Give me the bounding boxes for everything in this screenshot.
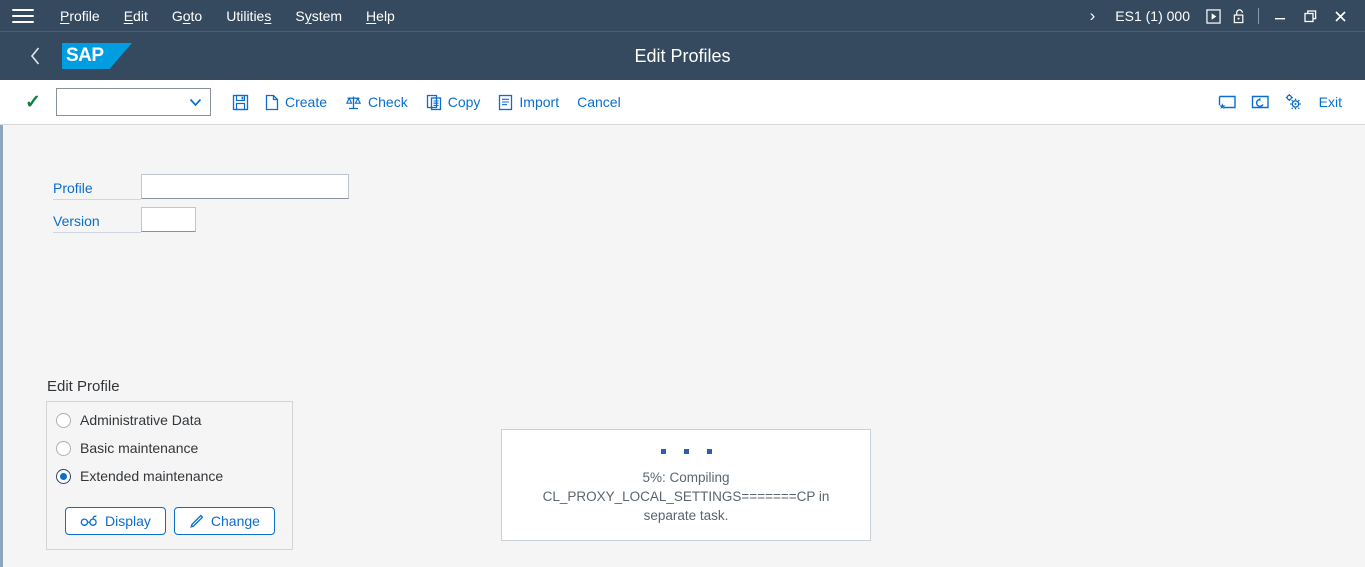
import-button-label: Import — [519, 94, 560, 110]
import-button[interactable]: Import — [489, 90, 568, 115]
radio-button-selected-icon — [56, 468, 71, 484]
version-label: Version — [53, 213, 141, 233]
minimize-window-button[interactable] — [1265, 1, 1295, 31]
glasses-icon — [80, 515, 98, 527]
balance-scales-icon — [345, 94, 362, 111]
menu-item-help[interactable]: Help — [354, 0, 407, 32]
customize-gears-icon — [1284, 93, 1303, 111]
hamburger-menu-icon[interactable] — [12, 8, 34, 24]
change-button-label: Change — [210, 513, 260, 529]
toolbar-divider — [1258, 8, 1259, 24]
exit-button-label: Exit — [1318, 94, 1342, 110]
loading-dots-icon — [660, 449, 712, 454]
cancel-button[interactable]: Cancel — [568, 90, 630, 114]
sap-gui-window: Profile Edit Goto Utilities System Help … — [0, 0, 1365, 567]
menu-item-profile[interactable]: Profile — [48, 0, 112, 32]
edit-profile-groupbox: Administrative Data Basic maintenance Ex… — [46, 401, 293, 550]
profile-action-buttons: Display Change — [65, 507, 292, 535]
menu-bar: Profile Edit Goto Utilities System Help … — [0, 0, 1365, 32]
import-document-icon — [498, 94, 513, 111]
radio-button-icon — [56, 440, 71, 456]
document-icon — [265, 94, 279, 111]
content-area: Profile Version Edit Profile Administrat… — [0, 125, 1365, 567]
change-button[interactable]: Change — [173, 507, 275, 535]
menu-item-goto[interactable]: Goto — [160, 0, 214, 32]
radio-administrative-data-label: Administrative Data — [80, 412, 202, 428]
create-button-label: Create — [285, 94, 328, 110]
exit-button[interactable]: Exit — [1310, 90, 1351, 114]
edit-profile-group-title: Edit Profile — [47, 378, 120, 395]
sap-logo: SAP — [62, 43, 132, 69]
chevron-right-icon[interactable]: › — [1080, 0, 1106, 32]
version-input[interactable] — [141, 207, 196, 232]
version-row: Version — [53, 206, 349, 233]
save-button[interactable] — [225, 90, 256, 115]
new-window-favorite-icon — [1218, 94, 1237, 111]
system-info: ES1 (1) 000 — [1115, 8, 1190, 24]
unlocked-padlock-icon[interactable] — [1226, 3, 1252, 29]
chevron-down-icon — [189, 98, 202, 107]
radio-administrative-data[interactable]: Administrative Data — [56, 409, 292, 431]
create-button[interactable]: Create — [256, 90, 336, 115]
back-icon[interactable] — [18, 39, 52, 73]
copy-button[interactable]: Copy — [417, 90, 490, 115]
copy-document-icon — [426, 94, 442, 111]
display-button[interactable]: Display — [65, 507, 166, 535]
cancel-button-label: Cancel — [577, 94, 621, 110]
busy-progress-dialog: 5%: Compiling CL_PROXY_LOCAL_SETTINGS===… — [501, 429, 871, 541]
menu-item-profile-label: rofile — [69, 8, 100, 24]
radio-button-icon — [56, 412, 71, 428]
check-button[interactable]: Check — [336, 90, 417, 115]
check-button-label: Check — [368, 94, 408, 110]
display-button-label: Display — [105, 513, 151, 529]
profile-combo-box[interactable] — [56, 88, 211, 116]
close-window-button[interactable] — [1325, 1, 1355, 31]
pencil-icon — [189, 514, 204, 529]
sap-logo-text: SAP — [66, 45, 104, 66]
radio-basic-maintenance[interactable]: Basic maintenance — [56, 437, 292, 459]
profile-form: Profile Version — [53, 173, 349, 239]
media-play-icon[interactable] — [1200, 3, 1226, 29]
profile-row: Profile — [53, 173, 349, 200]
menu-item-utilities[interactable]: Utilities — [214, 0, 283, 32]
menu-item-edit[interactable]: Edit — [112, 0, 160, 32]
profile-input[interactable] — [141, 174, 349, 199]
create-shortcut-button[interactable] — [1244, 90, 1277, 115]
radio-extended-maintenance-label: Extended maintenance — [80, 468, 224, 484]
customize-button[interactable] — [1277, 89, 1310, 115]
radio-basic-maintenance-label: Basic maintenance — [80, 440, 199, 456]
application-toolbar: ✓ Create Check Copy Import Cancel Exit — [0, 80, 1365, 125]
restore-window-button[interactable] — [1295, 1, 1325, 31]
create-shortcut-icon — [1251, 94, 1270, 111]
busy-message: 5%: Compiling CL_PROXY_LOCAL_SETTINGS===… — [542, 470, 830, 523]
profile-label: Profile — [53, 180, 141, 200]
confirm-checkmark-icon[interactable]: ✓ — [20, 91, 46, 114]
copy-button-label: Copy — [447, 94, 481, 110]
menu-item-system[interactable]: System — [283, 0, 354, 32]
radio-extended-maintenance[interactable]: Extended maintenance — [56, 465, 292, 487]
new-window-favorite-button[interactable] — [1211, 90, 1244, 115]
title-bar: SAP Edit Profiles — [0, 32, 1365, 80]
page-title: Edit Profiles — [634, 45, 731, 66]
